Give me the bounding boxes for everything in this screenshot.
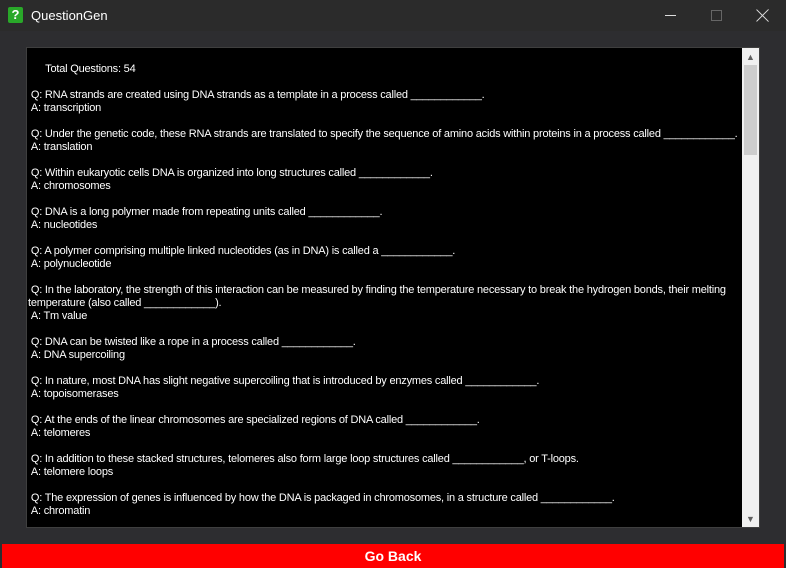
qa-item: Q: Within eukaryotic cells DNA is organi… [28,167,740,193]
question-text: Q: DNA can be twisted like a rope in a p… [28,336,356,348]
qa-item: Q: In the laboratory, the strength of th… [28,284,740,323]
minimize-button[interactable] [647,0,693,31]
questions-content: Total Questions: 54 Q: RNA strands are c… [28,50,740,524]
answer-text: A: polynucleotide [28,258,112,270]
question-mark-icon: ? [8,7,23,23]
question-text: Q: The expression of genes is influenced… [28,492,615,504]
total-questions-label: Total Questions: 54 [45,63,136,75]
question-text: Q: In the laboratory, the strength of th… [28,284,729,309]
question-text: Q: In nature, most DNA has slight negati… [28,375,540,387]
answer-text: A: DNA supercoiling [28,349,125,361]
qa-item: Q: At the ends of the linear chromosomes… [28,414,740,440]
answer-text: A: nucleotides [28,219,98,231]
qa-item: Q: A polymer comprising multiple linked … [28,245,740,271]
question-text: Q: A polymer comprising multiple linked … [28,245,456,257]
go-back-button[interactable]: Go Back [2,544,784,568]
vertical-scrollbar[interactable]: ▲ ▼ [742,48,759,527]
answer-text: A: telomeres [28,427,91,439]
qa-item: Q: DNA can be twisted like a rope in a p… [28,336,740,362]
qa-list: Q: RNA strands are created using DNA str… [28,89,740,518]
scroll-up-arrow-icon[interactable]: ▲ [742,48,759,65]
question-text: Q: DNA is a long polymer made from repea… [28,206,383,218]
qa-item: Q: In addition to these stacked structur… [28,453,740,479]
title-bar[interactable]: ? QuestionGen [0,0,786,31]
questions-textbox[interactable]: Total Questions: 54 Q: RNA strands are c… [26,47,760,528]
app-window: ? QuestionGen Total Questions: 54 Q: RNA… [0,0,786,568]
window-title: QuestionGen [31,8,108,23]
close-button[interactable] [739,0,785,31]
question-text: Q: In addition to these stacked structur… [28,453,579,465]
answer-text: A: topoisomerases [28,388,119,400]
close-icon [756,9,769,22]
answer-text: A: Tm value [28,310,88,322]
answer-text: A: chromatin [28,505,91,517]
question-text: Q: RNA strands are created using DNA str… [28,89,485,101]
answer-text: A: transcription [28,102,102,114]
qa-item: Q: In nature, most DNA has slight negati… [28,375,740,401]
maximize-button[interactable] [693,0,739,31]
qa-item: Q: RNA strands are created using DNA str… [28,89,740,115]
question-text: Q: Within eukaryotic cells DNA is organi… [28,167,433,179]
question-text: Q: Under the genetic code, these RNA str… [28,128,738,140]
answer-text: A: translation [28,141,93,153]
qa-item: Q: Under the genetic code, these RNA str… [28,128,740,154]
maximize-icon [710,10,722,21]
answer-text: A: chromosomes [28,180,111,192]
question-text: Q: At the ends of the linear chromosomes… [28,414,480,426]
answer-text: A: telomere loops [28,466,114,478]
scroll-down-arrow-icon[interactable]: ▼ [742,510,759,527]
qa-item: Q: DNA is a long polymer made from repea… [28,206,740,232]
scrollbar-thumb[interactable] [744,65,757,155]
qa-item: Q: The expression of genes is influenced… [28,492,740,518]
minimize-icon [664,15,676,16]
